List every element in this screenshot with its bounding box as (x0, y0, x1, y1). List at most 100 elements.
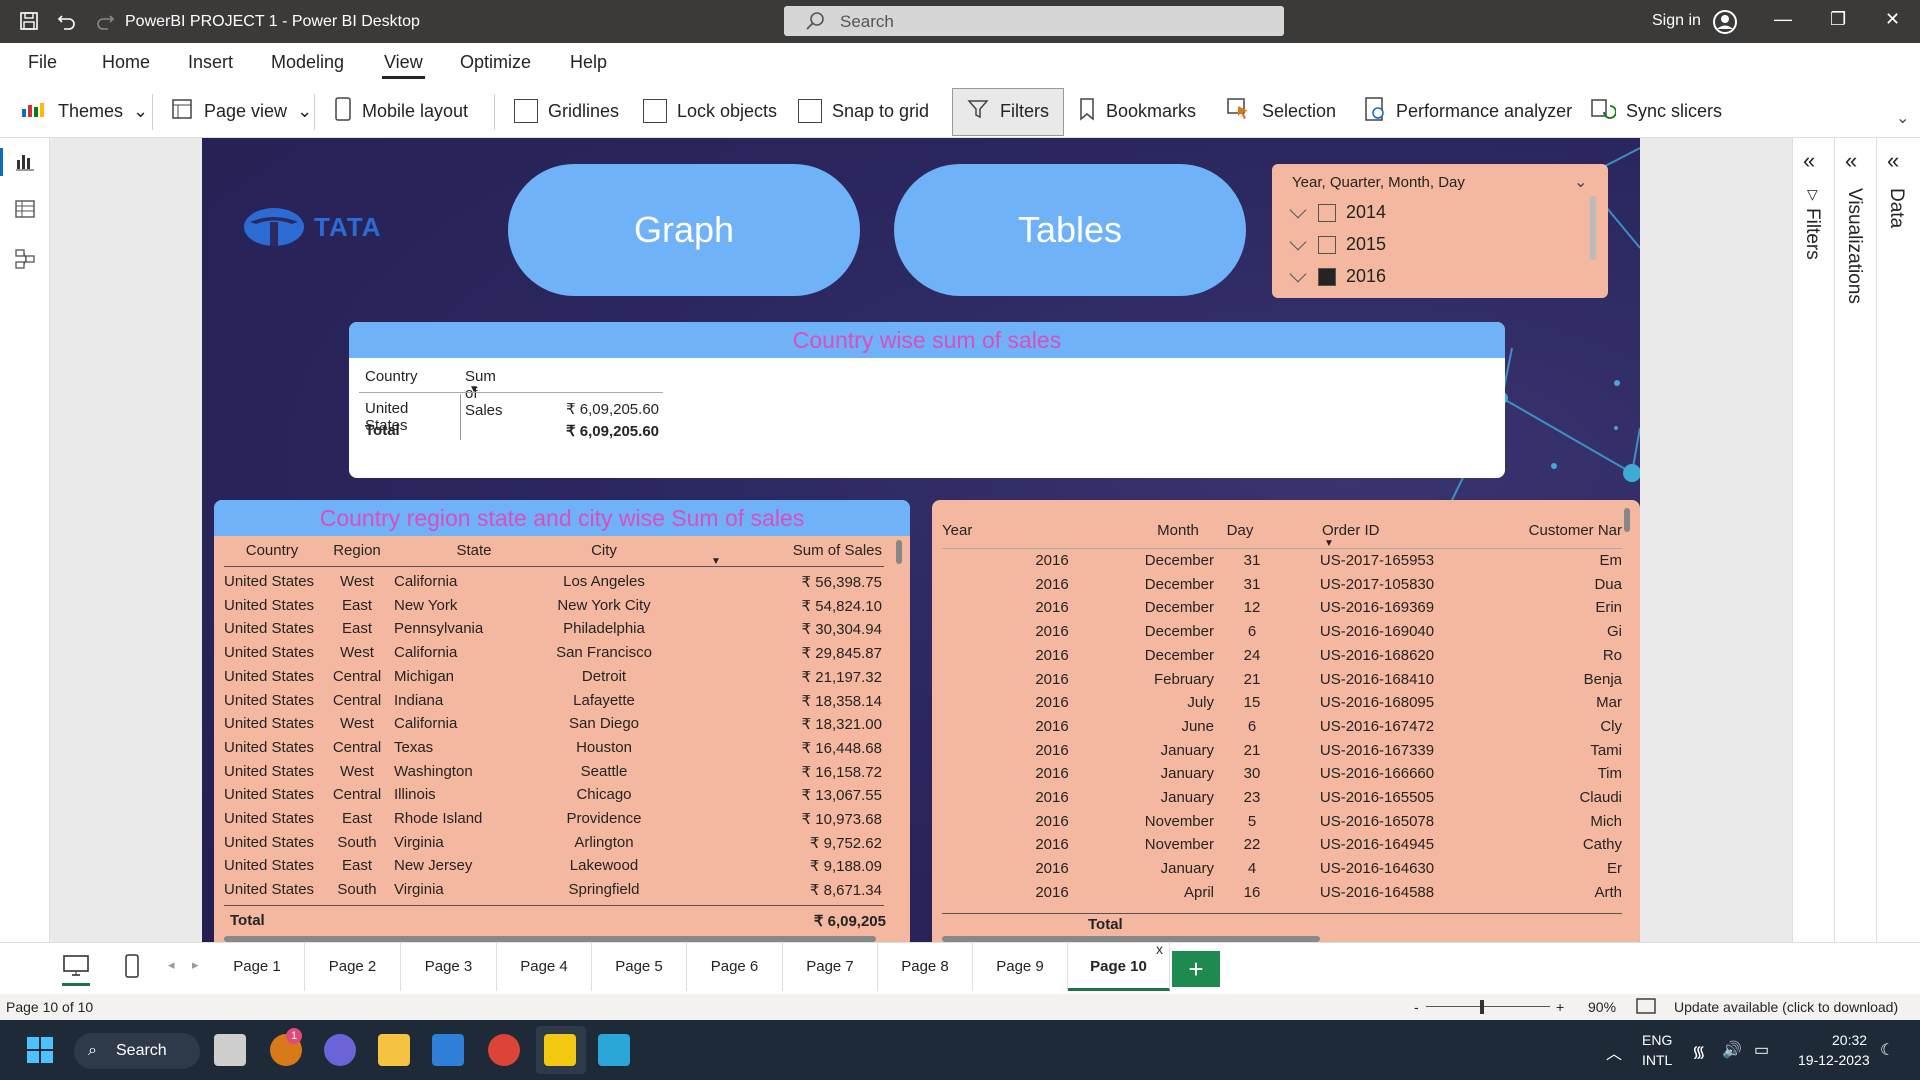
battery-icon[interactable]: ▭ (1754, 1040, 1769, 1060)
snap-to-grid-box[interactable] (798, 99, 822, 123)
update-available-link[interactable]: Update available (click to download) (1674, 999, 1898, 1015)
page-tab[interactable]: Page 10 (1068, 943, 1170, 991)
show-hidden-icons[interactable]: ︿ (1606, 1040, 1622, 1064)
page-tab[interactable]: Page 1 (210, 943, 305, 991)
expand-chevron-icon[interactable] (1289, 233, 1307, 250)
page-tab[interactable]: Page 9 (973, 943, 1068, 991)
save-icon[interactable] (18, 10, 40, 32)
volume-icon[interactable]: 🔊 (1722, 1040, 1742, 1060)
desktop-layout-icon[interactable] (62, 953, 90, 984)
expand-data-icon[interactable]: « (1887, 148, 1899, 174)
mobile-layout-icon[interactable] (124, 953, 140, 984)
task-view-icon[interactable] (214, 1034, 246, 1066)
tables-nav-button[interactable]: Tables (894, 164, 1246, 296)
column-header[interactable]: Year (942, 522, 1022, 539)
column-header[interactable]: Customer Nar (1482, 522, 1622, 539)
zoom-out-button[interactable]: - (1414, 999, 1419, 1015)
sign-in-button[interactable]: Sign in (1652, 12, 1701, 30)
selection-button[interactable]: Selection (1226, 97, 1336, 125)
mobile-layout-button[interactable]: Mobile layout (334, 96, 468, 125)
column-header[interactable]: City (524, 542, 684, 559)
graph-nav-button[interactable]: Graph (508, 164, 860, 296)
vertical-scrollbar[interactable] (1624, 508, 1630, 532)
slicer-checkbox[interactable] (1318, 203, 1336, 222)
column-header[interactable]: Day (1210, 522, 1270, 539)
slicer-item-2015[interactable]: 2015 (1289, 233, 1386, 255)
bookmarks-button[interactable]: Bookmarks (1078, 97, 1196, 125)
expand-filters-icon[interactable]: « (1803, 148, 1815, 174)
clock-date[interactable]: 19-12-2023 (1798, 1052, 1870, 1068)
themes-button[interactable]: Themes ⌄ (20, 97, 148, 125)
slicer-item-2014[interactable]: 2014 (1289, 201, 1386, 223)
page-tab[interactable]: Page 4 (497, 943, 592, 991)
slicer-item-2016[interactable]: 2016 (1289, 265, 1386, 287)
zoom-level[interactable]: 90% (1588, 999, 1616, 1015)
gridlines-checkbox[interactable]: Gridlines (514, 97, 619, 125)
data-pane-collapsed[interactable]: « Data (1877, 138, 1919, 942)
windows-start-icon[interactable] (26, 1036, 54, 1069)
close-page-icon[interactable]: x (1156, 941, 1163, 957)
undo-icon[interactable] (56, 10, 78, 32)
close-icon[interactable]: ✕ (1885, 9, 1900, 30)
model-view-icon[interactable] (14, 248, 36, 270)
lock-objects-box[interactable] (643, 99, 667, 123)
zoom-slider-handle[interactable] (1480, 1000, 1484, 1014)
chrome-icon[interactable] (488, 1034, 520, 1066)
add-page-button[interactable]: + (1172, 951, 1220, 987)
page-tab[interactable]: Page 5 (592, 943, 687, 991)
menu-help[interactable]: Help (570, 52, 607, 73)
fit-to-page-icon[interactable] (1636, 998, 1656, 1017)
page-view-button[interactable]: Page view ⌄ (170, 97, 312, 125)
minimize-icon[interactable]: — (1774, 9, 1792, 30)
zoom-slider[interactable] (1426, 1006, 1550, 1007)
expand-visualizations-icon[interactable]: « (1845, 148, 1857, 174)
column-header[interactable]: Order ID (1322, 522, 1472, 539)
page-tab[interactable]: Page 7 (783, 943, 878, 991)
sync-slicers-button[interactable]: Sync slicers (1590, 97, 1722, 125)
store-icon[interactable] (432, 1034, 464, 1066)
menu-modeling[interactable]: Modeling (271, 52, 344, 73)
performance-analyzer-button[interactable]: Performance analyzer (1364, 96, 1572, 125)
scroll-left-icon[interactable]: ◂ (168, 957, 175, 973)
file-explorer-icon[interactable] (378, 1034, 410, 1066)
do-not-disturb-icon[interactable]: ☾ (1880, 1040, 1894, 1060)
menu-home[interactable]: Home (102, 52, 150, 73)
redo-icon[interactable] (94, 10, 116, 32)
expand-chevron-icon[interactable] (1289, 265, 1307, 282)
page-tab[interactable]: Page 3 (401, 943, 497, 991)
column-header[interactable]: Country (224, 542, 320, 559)
filters-pane-collapsed[interactable]: « ▽ Filters (1793, 138, 1835, 942)
expand-chevron-icon[interactable] (1289, 201, 1307, 218)
gridlines-box[interactable] (514, 99, 538, 123)
clock-time[interactable]: 20:32 (1832, 1032, 1867, 1048)
search-input[interactable]: Search (784, 6, 1284, 36)
report-view-icon[interactable] (14, 150, 36, 172)
page-tab[interactable]: Page 8 (878, 943, 973, 991)
vertical-scrollbar[interactable] (896, 540, 902, 564)
lock-objects-checkbox[interactable]: Lock objects (643, 97, 777, 125)
table-view-icon[interactable] (14, 198, 36, 220)
column-header-country[interactable]: Country (365, 368, 418, 385)
column-header[interactable]: Region (324, 542, 390, 559)
slicer-checkbox[interactable] (1318, 267, 1336, 286)
notepad-icon[interactable] (598, 1034, 630, 1066)
language-primary[interactable]: ENG (1642, 1032, 1672, 1048)
slicer-checkbox[interactable] (1318, 235, 1336, 254)
restore-icon[interactable]: ❐ (1830, 9, 1846, 30)
menu-file[interactable]: File (28, 52, 57, 73)
menu-optimize[interactable]: Optimize (460, 52, 531, 73)
wifi-icon[interactable]: ᯾ (1692, 1040, 1706, 1062)
slicer-scrollbar[interactable] (1590, 196, 1596, 260)
snap-to-grid-checkbox[interactable]: Snap to grid (798, 97, 929, 125)
slicer-dropdown-icon[interactable]: ⌄ (1574, 172, 1587, 192)
menu-insert[interactable]: Insert (188, 52, 233, 73)
account-icon[interactable] (1712, 9, 1738, 40)
page-tab[interactable]: Page 6 (687, 943, 783, 991)
scroll-right-icon[interactable]: ▸ (192, 957, 199, 973)
ribbon-collapse-icon[interactable]: ⌄ (1896, 108, 1909, 128)
menu-view[interactable]: View (384, 52, 423, 73)
visualizations-pane-collapsed[interactable]: « Visualizations (1835, 138, 1877, 942)
zoom-in-button[interactable]: + (1556, 999, 1564, 1015)
language-secondary[interactable]: INTL (1642, 1052, 1672, 1068)
power-bi-icon[interactable] (544, 1034, 576, 1066)
